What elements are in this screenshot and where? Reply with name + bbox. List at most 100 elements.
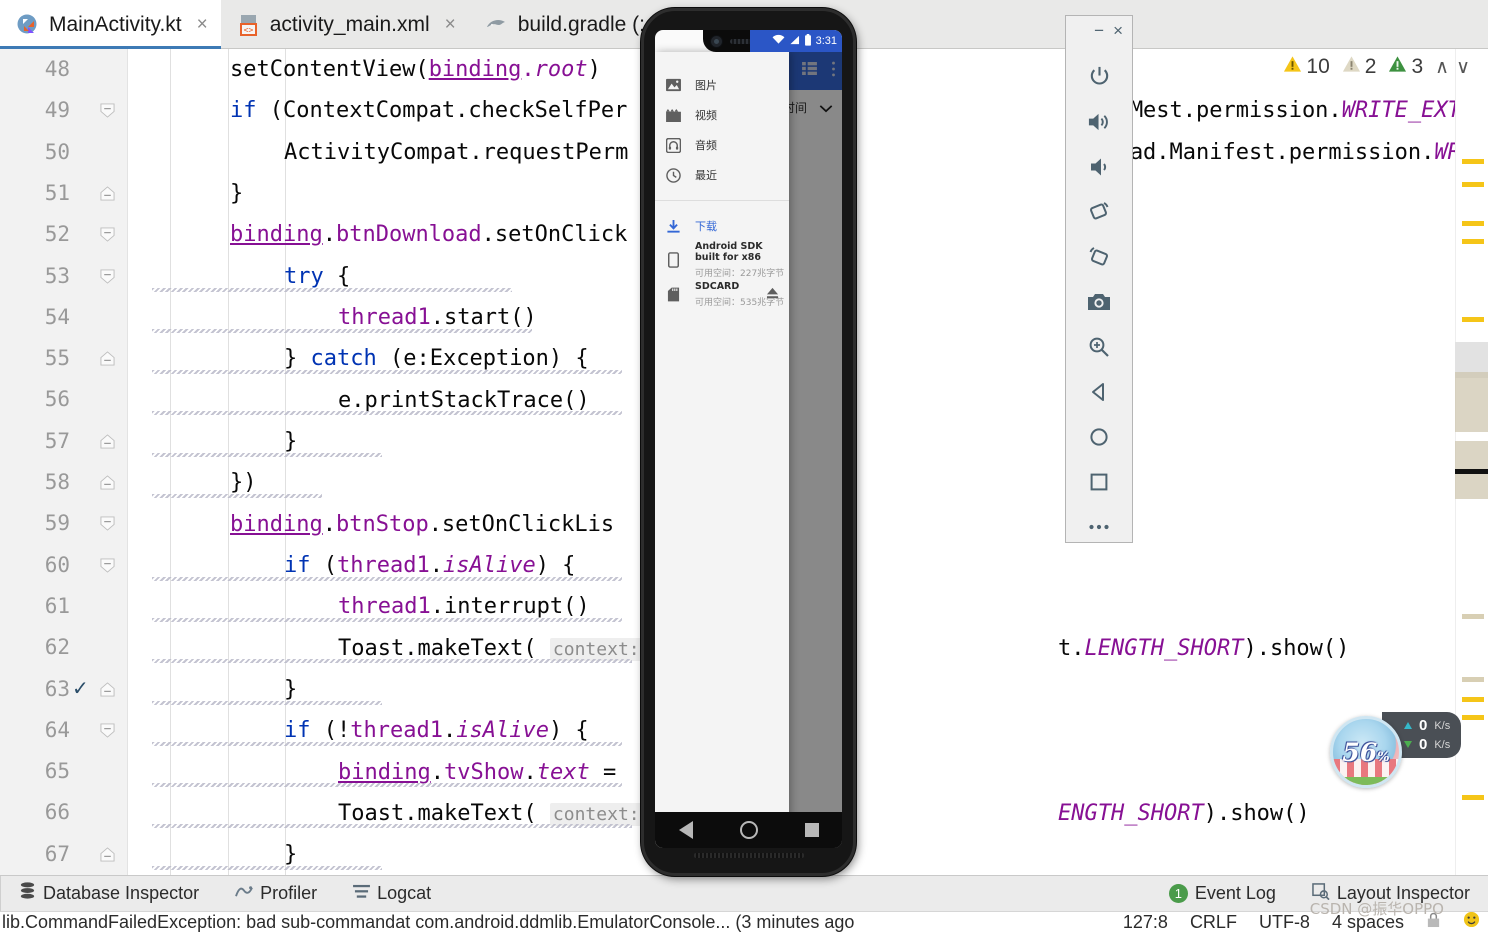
- zoom-icon[interactable]: [1075, 324, 1123, 369]
- line-number: 67: [44, 841, 70, 866]
- line-number: 58: [44, 470, 70, 494]
- caret-position[interactable]: 127:8: [1123, 912, 1168, 932]
- inspection-squiggle: [152, 576, 622, 581]
- fold-collapse-icon[interactable]: [98, 503, 116, 544]
- prev-problem-button[interactable]: ∧: [1435, 56, 1449, 79]
- warning-badge[interactable]: 10: [1283, 55, 1330, 79]
- upload-speed-value: 0: [1419, 717, 1428, 734]
- ball-decoration-grass: [1333, 777, 1399, 785]
- cleaner-percent-ball[interactable]: 56%: [1330, 716, 1402, 788]
- download-arrow-icon: [1404, 741, 1412, 748]
- code-line-59: binding.btnStop.setOnClickLis: [230, 512, 615, 537]
- xml-layout-file-icon: <>: [237, 13, 261, 37]
- tab-activity-main-xml[interactable]: <> activity_main.xml ×: [221, 0, 469, 49]
- drawer-storage-sdcard[interactable]: SDCARD 可用空间：535兆字节: [655, 279, 789, 310]
- minimize-button[interactable]: −: [1094, 22, 1104, 39]
- download-speed-row: 0 K/s: [1404, 736, 1450, 753]
- emulator-toolbar-window[interactable]: − ×: [1065, 15, 1133, 543]
- tab-close-button[interactable]: ×: [445, 14, 456, 36]
- back-icon[interactable]: [1075, 369, 1123, 414]
- fold-end-icon[interactable]: [98, 834, 116, 875]
- drawer-item-images[interactable]: 图片: [655, 70, 789, 100]
- info-triangle-icon: [1388, 55, 1407, 79]
- warning-count: 10: [1306, 55, 1330, 78]
- fold-end-icon[interactable]: [98, 669, 116, 710]
- tool-button-profiler[interactable]: Profiler: [217, 876, 335, 912]
- emulator-tool-list[interactable]: [1066, 44, 1132, 549]
- rotate-right-icon[interactable]: [1075, 234, 1123, 279]
- line-checkmark-icon: ✓: [72, 677, 89, 700]
- fold-collapse-icon[interactable]: [98, 256, 116, 297]
- home-circle-icon[interactable]: [739, 821, 758, 839]
- next-problem-button[interactable]: ∨: [1456, 56, 1470, 79]
- drawer-item-downloads[interactable]: 下载: [655, 211, 789, 241]
- smiley-icon[interactable]: [1463, 912, 1480, 932]
- device-screen[interactable]: x 3:31 文件: [655, 30, 842, 848]
- tool-button-event-log[interactable]: 1 Event Log: [1151, 876, 1294, 912]
- status-message[interactable]: lib.CommandFailedException: bad sub-comm…: [0, 912, 854, 932]
- storage-subtitle: 可用空间：227兆字节: [695, 269, 785, 279]
- more-icon[interactable]: [1075, 504, 1123, 549]
- ide-status-bar[interactable]: lib.CommandFailedException: bad sub-comm…: [0, 911, 1488, 932]
- inspection-squiggle: [152, 741, 622, 746]
- scrollbar-thumb-active[interactable]: [1455, 372, 1488, 432]
- tab-mainactivity-kt[interactable]: MainActivity.kt ×: [0, 0, 221, 49]
- chevron-down-icon[interactable]: [819, 97, 833, 118]
- fold-collapse-icon[interactable]: [98, 710, 116, 751]
- fold-end-icon[interactable]: [98, 338, 116, 379]
- inspection-squiggle: [152, 659, 632, 664]
- tool-button-database-inspector[interactable]: Database Inspector: [1, 876, 217, 912]
- code-fragment-62: t.LENGTH_SHORT).show(): [1058, 636, 1350, 661]
- tool-button-label: Profiler: [260, 883, 318, 903]
- file-encoding[interactable]: UTF-8: [1259, 912, 1310, 932]
- screenshot-camera-icon[interactable]: [1075, 279, 1123, 324]
- line-separator[interactable]: CRLF: [1190, 912, 1237, 932]
- line-number: 56: [44, 387, 70, 412]
- fold-collapse-icon[interactable]: [98, 545, 116, 586]
- drawer-item-audio[interactable]: 音频: [655, 130, 789, 160]
- code-line-48: setContentView(binding.root): [230, 57, 601, 82]
- svg-text:<>: <>: [243, 25, 253, 34]
- code-line-52: binding.btnDownload.setOnClick: [230, 222, 628, 247]
- audio-icon: [666, 137, 681, 153]
- power-icon[interactable]: [1075, 54, 1123, 99]
- tab-close-button[interactable]: ×: [197, 14, 208, 36]
- download-speed-unit: K/s: [1434, 738, 1451, 751]
- inspection-widget[interactable]: 10 2 3 ∧ ∨: [1283, 55, 1470, 79]
- drawer-item-recent[interactable]: 最近: [655, 160, 789, 190]
- inspection-squiggle: [152, 617, 622, 622]
- drawer-storage-internal[interactable]: Android SDK built for x86 可用空间：227兆字节: [655, 241, 789, 279]
- inspection-squiggle: [152, 824, 632, 829]
- weak-warning-badge[interactable]: 2: [1342, 55, 1376, 79]
- volume-down-icon[interactable]: [1075, 144, 1123, 189]
- tool-window-bar[interactable]: Database Inspector Profiler Logcat 1 Eve…: [0, 875, 1488, 912]
- info-badge[interactable]: 3: [1388, 55, 1423, 79]
- eject-icon[interactable]: [766, 286, 779, 304]
- image-icon: [666, 78, 681, 92]
- android-emulator-device[interactable]: x 3:31 文件: [641, 8, 856, 876]
- fold-end-icon[interactable]: [98, 421, 116, 462]
- fold-end-icon[interactable]: [98, 173, 116, 214]
- cellular-signal-icon: [789, 35, 800, 48]
- emulator-window-titlebar: − ×: [1066, 16, 1132, 44]
- overview-icon[interactable]: [1075, 459, 1123, 504]
- close-button[interactable]: ×: [1113, 22, 1123, 39]
- home-icon[interactable]: [1075, 414, 1123, 459]
- drawer-item-label: 音频: [695, 139, 717, 152]
- line-number: 53: [44, 263, 70, 288]
- gradle-file-icon: [485, 13, 509, 37]
- recents-square-icon[interactable]: [804, 823, 819, 837]
- fold-collapse-icon[interactable]: [98, 90, 116, 131]
- drawer-item-videos[interactable]: 视频: [655, 100, 789, 130]
- inspection-squiggle: [152, 328, 532, 333]
- navigation-drawer[interactable]: 图片 视频 音频 最近 下载 Android SDK built for x86…: [655, 52, 789, 848]
- volume-up-icon[interactable]: [1075, 99, 1123, 144]
- back-triangle-icon[interactable]: [678, 821, 693, 839]
- android-navigation-bar[interactable]: [655, 812, 842, 848]
- fold-end-icon[interactable]: [98, 462, 116, 503]
- rotate-left-icon[interactable]: [1075, 189, 1123, 234]
- inspection-squiggle: [152, 865, 382, 870]
- fold-collapse-icon[interactable]: [98, 214, 116, 255]
- tool-button-logcat[interactable]: Logcat: [335, 876, 449, 912]
- network-speed-widget[interactable]: 0 K/s 0 K/s 56%: [1330, 712, 1462, 788]
